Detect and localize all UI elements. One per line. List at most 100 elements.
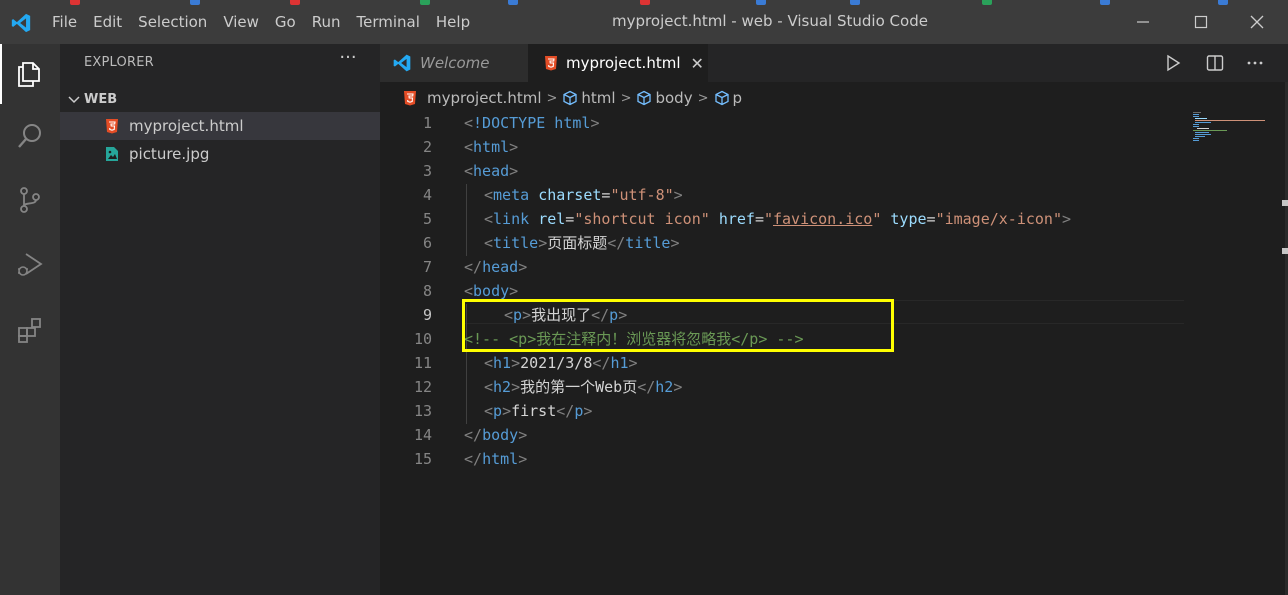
ellipsis-icon bbox=[1247, 61, 1263, 65]
active-indicator bbox=[0, 44, 2, 104]
menu-help[interactable]: Help bbox=[428, 8, 478, 36]
search-icon bbox=[18, 124, 41, 148]
line-number: 14 bbox=[413, 426, 432, 444]
symbol-tag-icon bbox=[563, 90, 578, 106]
source-control-icon bbox=[20, 187, 40, 213]
activity-extensions[interactable] bbox=[0, 300, 60, 360]
menu-run[interactable]: Run bbox=[304, 8, 349, 36]
code-editor[interactable]: 1 <!DOCTYPE html> 2 <html> 3 <head> 4 <meta cha… bbox=[380, 112, 1285, 595]
activity-source-control[interactable] bbox=[0, 170, 60, 230]
breadcrumb-item-file[interactable]: myproject.html bbox=[402, 89, 542, 107]
line-number: 7 bbox=[422, 258, 432, 276]
activity-run-debug[interactable] bbox=[0, 234, 60, 294]
activity-explorer[interactable] bbox=[0, 44, 60, 104]
html-file-icon bbox=[404, 91, 416, 106]
file-label: picture.jpg bbox=[129, 145, 210, 163]
maximize-button[interactable] bbox=[1178, 6, 1224, 38]
tab-myproject-html[interactable]: myproject.html ✕ bbox=[528, 44, 708, 82]
menu-terminal[interactable]: Terminal bbox=[349, 8, 428, 36]
scrollbar-marker bbox=[1282, 200, 1288, 206]
split-editor-button[interactable] bbox=[1204, 52, 1226, 74]
code-text: </head> bbox=[464, 258, 528, 276]
html-file-icon bbox=[104, 118, 120, 134]
line-number: 12 bbox=[413, 378, 432, 396]
code-line: 3 <head> bbox=[380, 160, 1180, 184]
more-editor-actions-button[interactable] bbox=[1244, 52, 1266, 74]
code-line: 4 <meta charset="utf-8"> bbox=[380, 184, 1180, 208]
line-number: 5 bbox=[422, 210, 432, 228]
folder-name: WEB bbox=[84, 91, 118, 107]
line-number: 13 bbox=[413, 402, 432, 420]
code-line: 1 <!DOCTYPE html> bbox=[380, 112, 1180, 136]
line-number: 15 bbox=[413, 450, 432, 468]
symbol-tag-icon bbox=[714, 90, 729, 106]
file-item-myproject-html[interactable]: myproject.html bbox=[60, 112, 380, 140]
code-text: <head> bbox=[464, 162, 519, 180]
run-debug-icon bbox=[18, 253, 43, 276]
menu-edit[interactable]: Edit bbox=[85, 8, 130, 36]
scrollbar-marker bbox=[1282, 248, 1288, 254]
window-title: myproject.html - web - Visual Studio Cod… bbox=[612, 12, 928, 30]
maximize-icon bbox=[1194, 15, 1208, 29]
breadcrumb-item-body[interactable]: body bbox=[636, 89, 693, 107]
breadcrumb-label: p bbox=[732, 89, 743, 107]
tab-label: Welcome bbox=[420, 54, 490, 72]
chevron-right-icon: > bbox=[620, 90, 632, 106]
menu-go[interactable]: Go bbox=[267, 8, 304, 36]
tab-welcome[interactable]: Welcome bbox=[380, 44, 528, 82]
breadcrumb: myproject.html > html > body > p bbox=[380, 86, 1180, 110]
menu-file[interactable]: File bbox=[44, 8, 85, 36]
menu-view[interactable]: View bbox=[215, 8, 267, 36]
close-icon bbox=[1250, 15, 1264, 29]
code-line: 14 </body> bbox=[380, 424, 1180, 448]
minimize-icon bbox=[1137, 21, 1149, 23]
code-text: <link rel="shortcut icon" href="favicon.… bbox=[484, 210, 1072, 228]
title-bar: File Edit Selection View Go Run Terminal… bbox=[0, 0, 1288, 44]
line-number: 4 bbox=[422, 186, 432, 204]
line-number: 11 bbox=[413, 354, 432, 372]
line-number: 3 bbox=[422, 162, 432, 180]
minimize-button[interactable] bbox=[1120, 6, 1166, 38]
editor-tabs-bar: Welcome myproject.html ✕ bbox=[380, 44, 1288, 82]
minimap[interactable] bbox=[1190, 110, 1280, 150]
image-file-icon bbox=[104, 146, 120, 162]
code-text: <!DOCTYPE html> bbox=[464, 114, 600, 132]
symbol-tag-icon bbox=[637, 90, 652, 106]
breadcrumb-label: myproject.html bbox=[427, 89, 542, 107]
more-actions-button[interactable]: ··· bbox=[336, 49, 360, 72]
line-number: 6 bbox=[422, 234, 432, 252]
code-text: <html> bbox=[464, 138, 519, 156]
code-text: <meta charset="utf-8"> bbox=[484, 186, 683, 204]
line-number: 2 bbox=[422, 138, 432, 156]
sidebar-title: EXPLORER bbox=[84, 55, 154, 70]
extensions-icon bbox=[18, 318, 41, 343]
folder-web[interactable]: WEB bbox=[60, 88, 380, 110]
file-label: myproject.html bbox=[129, 117, 244, 135]
menu-bar: File Edit Selection View Go Run Terminal… bbox=[44, 8, 478, 36]
menu-selection[interactable]: Selection bbox=[130, 8, 215, 36]
code-line: 6 <title>页面标题</title> bbox=[380, 232, 1180, 256]
tab-close-button[interactable]: ✕ bbox=[691, 54, 704, 73]
chevron-right-icon: > bbox=[697, 90, 709, 106]
files-icon bbox=[18, 62, 40, 87]
breadcrumb-item-p[interactable]: p bbox=[714, 89, 743, 107]
code-line: 11 <h1>2021/3/8</h1> bbox=[380, 352, 1180, 376]
vscode-logo-icon bbox=[11, 13, 31, 33]
breadcrumb-item-html[interactable]: html bbox=[562, 89, 616, 107]
code-text: <title>页面标题</title> bbox=[484, 234, 680, 252]
close-window-button[interactable] bbox=[1234, 6, 1280, 38]
code-text: <h2>我的第一个Web页</h2> bbox=[484, 378, 683, 396]
code-text: <h1>2021/3/8</h1> bbox=[484, 354, 638, 372]
play-icon bbox=[1167, 54, 1181, 72]
activity-search[interactable] bbox=[0, 106, 60, 166]
line-number: 8 bbox=[422, 282, 432, 300]
tab-label: myproject.html bbox=[566, 54, 681, 72]
background-bookmark-strip bbox=[0, 0, 1288, 6]
highlight-annotation-box bbox=[462, 299, 894, 352]
chevron-right-icon: > bbox=[546, 90, 558, 106]
split-editor-icon bbox=[1206, 55, 1224, 71]
breadcrumb-label: body bbox=[655, 89, 693, 107]
explorer-sidebar: EXPLORER ··· WEB myproject.html picture.… bbox=[60, 44, 380, 595]
run-button[interactable] bbox=[1162, 52, 1184, 74]
file-item-picture-jpg[interactable]: picture.jpg bbox=[60, 140, 380, 168]
